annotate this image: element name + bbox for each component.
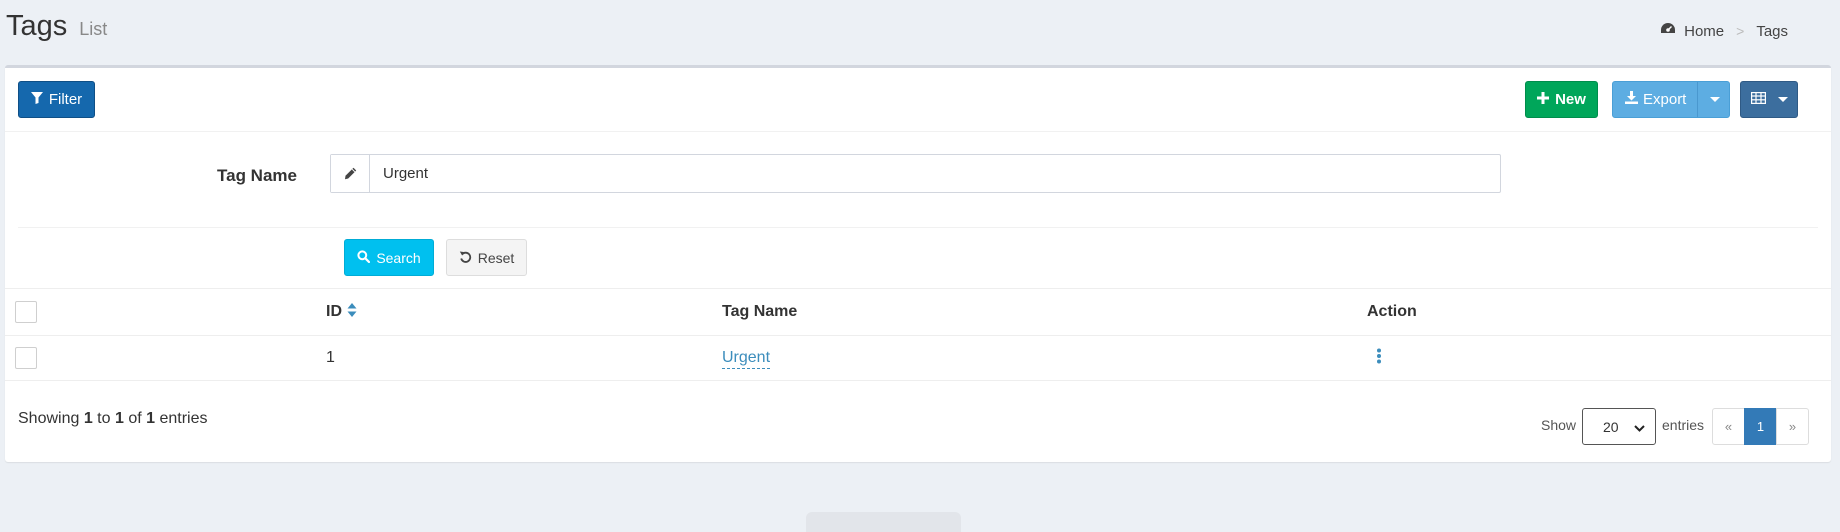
- info-to: 1: [114, 410, 124, 427]
- dashboard-icon: [1660, 22, 1676, 40]
- row-checkbox[interactable]: [15, 347, 37, 369]
- chevron-down-icon: [1634, 419, 1645, 435]
- per-page-select[interactable]: 20: [1582, 408, 1656, 445]
- entries-label: entries: [1662, 417, 1705, 433]
- row-tag-name-cell: Urgent: [722, 336, 771, 380]
- info-from: 1: [83, 410, 93, 427]
- bottom-tab-stub: [806, 512, 961, 532]
- table-header-row: ID Tag Name Action: [5, 288, 1831, 335]
- breadcrumb: Home > Tags: [1660, 22, 1788, 40]
- new-button-label: New: [1555, 91, 1586, 108]
- per-page-value: 20: [1603, 418, 1619, 435]
- table-icon: [1750, 91, 1766, 108]
- breadcrumb-home-label: Home: [1684, 22, 1725, 40]
- search-icon: [357, 249, 371, 266]
- tag-name-link[interactable]: Urgent: [722, 348, 771, 369]
- info-to-word: to: [92, 410, 115, 427]
- table-row: 1 Urgent: [5, 335, 1831, 381]
- export-button-group: Export: [1612, 81, 1730, 118]
- columns-button[interactable]: [1740, 81, 1798, 118]
- page-title: Tags: [6, 10, 68, 42]
- pagination: « 1 »: [1712, 408, 1809, 445]
- export-button-label: Export: [1643, 91, 1687, 108]
- pencil-icon: [331, 155, 370, 192]
- tag-name-column-header: Tag Name: [722, 303, 798, 320]
- reset-button-label: Reset: [477, 249, 515, 266]
- reset-button[interactable]: Reset: [446, 239, 527, 276]
- ellipsis-vertical-icon[interactable]: [1376, 348, 1382, 369]
- tag-name-input-group: [330, 154, 1501, 193]
- chevron-down-icon: [1777, 97, 1788, 102]
- sort-icon: [347, 302, 357, 323]
- next-page-button[interactable]: »: [1776, 408, 1809, 445]
- breadcrumb-separator: >: [1736, 23, 1745, 39]
- page-subtitle: List: [79, 19, 108, 39]
- row-id-cell: 1: [326, 349, 335, 366]
- info-of-word: of: [123, 410, 147, 427]
- info-prefix: Showing: [18, 410, 84, 427]
- id-column-header[interactable]: ID: [326, 289, 357, 335]
- search-button[interactable]: Search: [344, 239, 434, 276]
- tags-list-box: Filter New Export Tag Name Urgent Search…: [5, 65, 1831, 462]
- export-dropdown-toggle[interactable]: [1698, 82, 1731, 117]
- filter-form: Tag Name: [5, 132, 1831, 228]
- export-button[interactable]: Export: [1625, 82, 1686, 117]
- table-info: Showing 1 to 1 of 1 entries: [18, 410, 207, 428]
- tag-name-input[interactable]: [370, 155, 1500, 192]
- show-label: Show: [1541, 417, 1577, 433]
- tag-name-filter-label: Tag Name: [217, 166, 297, 185]
- select-all-checkbox[interactable]: [15, 301, 37, 323]
- breadcrumb-current: Tags: [1756, 22, 1788, 40]
- chevron-down-icon: [1709, 97, 1720, 102]
- undo-icon: [459, 250, 472, 266]
- filter-button-label: Filter: [48, 91, 83, 108]
- row-action-cell: [1376, 336, 1382, 380]
- info-total: 1: [146, 410, 156, 427]
- id-column-label: ID: [326, 303, 342, 320]
- download-icon: [1625, 91, 1638, 108]
- action-column-header: Action: [1367, 303, 1417, 320]
- row-select-cell: [15, 336, 37, 380]
- page-header: Tags List: [6, 10, 107, 50]
- toolbar: Filter New Export: [5, 68, 1831, 132]
- page-button-1[interactable]: 1: [1744, 408, 1777, 445]
- info-entries-word: entries: [155, 410, 208, 427]
- search-button-label: Search: [376, 249, 421, 266]
- filter-button[interactable]: Filter: [18, 81, 95, 118]
- breadcrumb-home[interactable]: Home: [1660, 22, 1724, 40]
- filter-icon: [30, 91, 43, 108]
- select-all-cell: [15, 289, 37, 335]
- filter-divider: [18, 227, 1818, 228]
- plus-icon: [1537, 91, 1550, 108]
- prev-page-button[interactable]: «: [1712, 408, 1745, 445]
- new-button[interactable]: New: [1525, 81, 1598, 118]
